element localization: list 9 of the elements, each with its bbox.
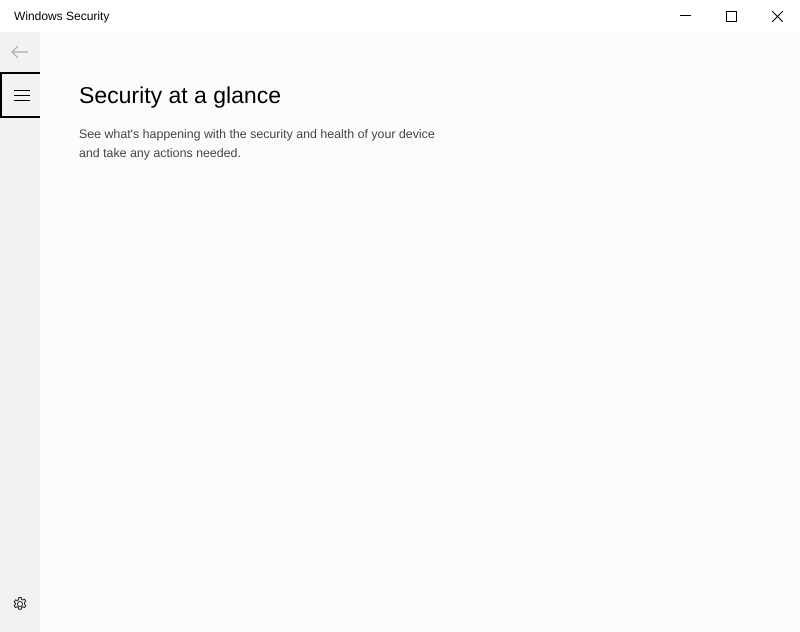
back-arrow-icon [11, 45, 29, 59]
maximize-icon [726, 10, 736, 22]
page-description: See what's happening with the security and health of your device and take any actions needed. [79, 126, 436, 162]
minimize-icon [680, 15, 690, 17]
menu-icon [14, 90, 30, 100]
close-icon [772, 10, 782, 22]
page-heading: Security at a glance [79, 82, 282, 109]
gear-icon [12, 596, 28, 612]
window-title: Windows Security [13, 9, 110, 23]
